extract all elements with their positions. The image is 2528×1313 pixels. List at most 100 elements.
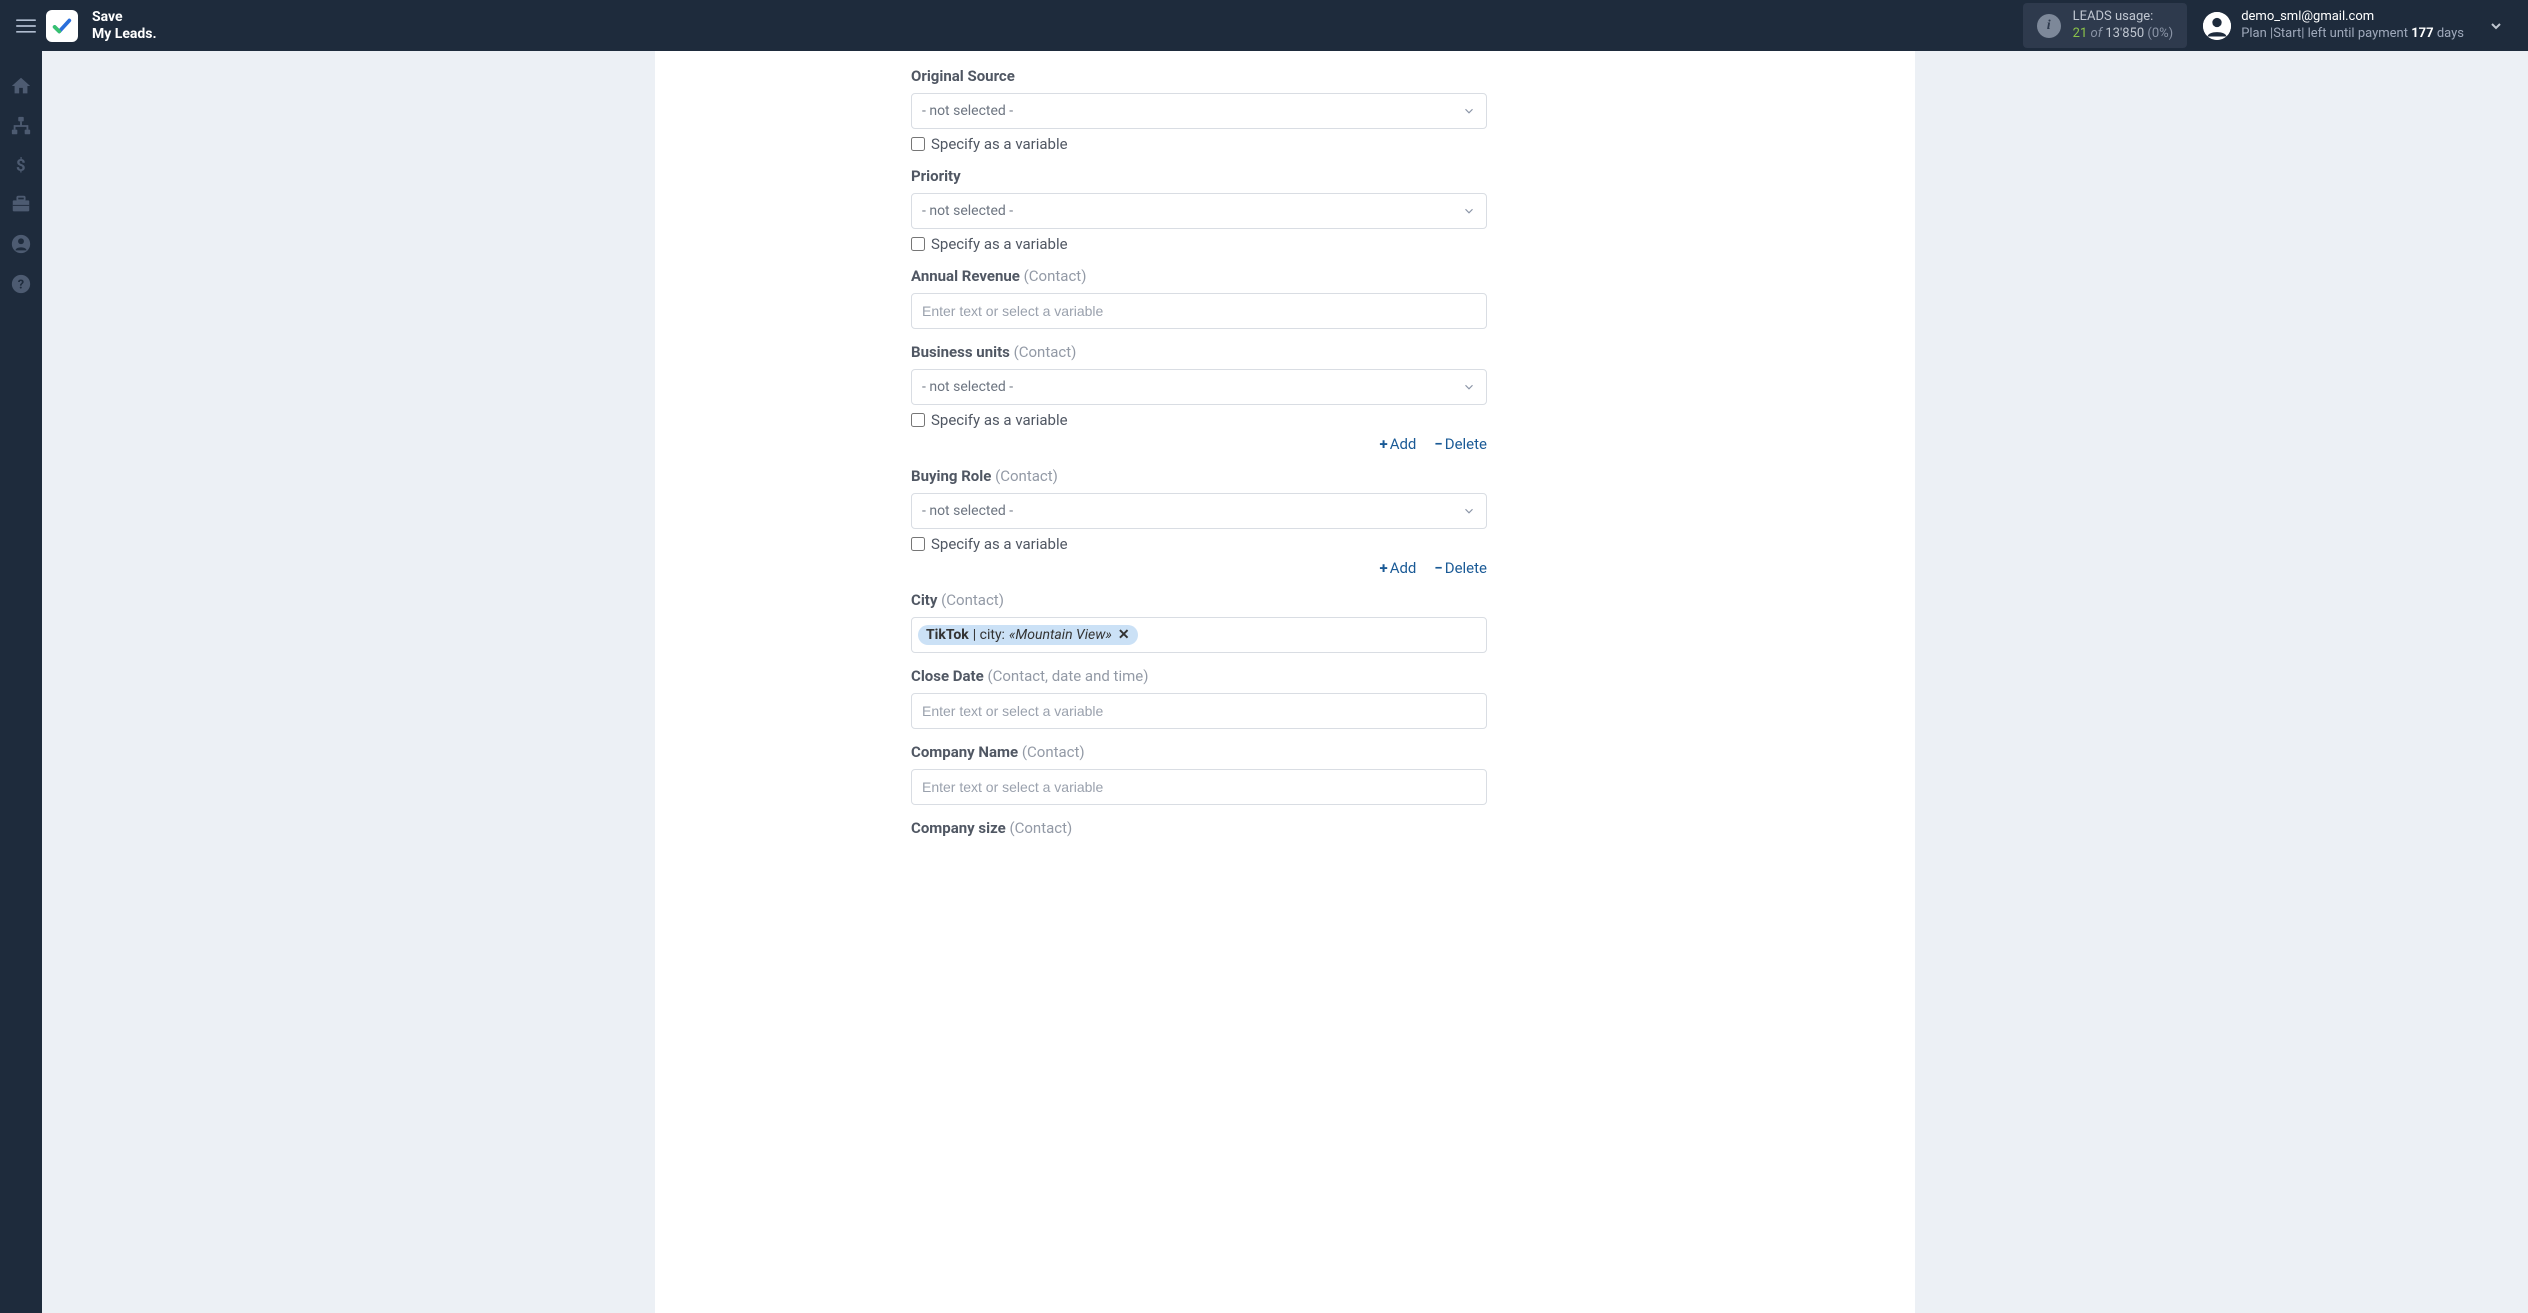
- select-buying-role-value: - not selected -: [922, 503, 1013, 519]
- actions-row-business-units: +Add −Delete: [911, 435, 1487, 453]
- user-avatar-icon: [2203, 12, 2231, 40]
- label-business-units-hint: (Contact): [1014, 343, 1077, 361]
- select-original-source-value: - not selected -: [922, 103, 1013, 119]
- checkbox-label-buying-role: Specify as a variable: [931, 535, 1068, 553]
- user-block[interactable]: demo_sml@gmail.com Plan |Start| left unt…: [2203, 9, 2464, 42]
- mapping-form: Original Source - not selected - Specify…: [911, 67, 1487, 873]
- add-label: Add: [1390, 559, 1417, 577]
- checkbox-label-priority: Specify as a variable: [931, 235, 1068, 253]
- actions-row-buying-role: +Add −Delete: [911, 559, 1487, 577]
- label-business-units-text: Business units: [911, 343, 1010, 361]
- label-close-date-text: Close Date: [911, 667, 984, 685]
- add-button[interactable]: +Add: [1380, 435, 1417, 453]
- menu-toggle-button[interactable]: [16, 16, 36, 36]
- sidebar: $ ?: [0, 51, 42, 1313]
- field-annual-revenue: Annual Revenue (Contact): [911, 267, 1487, 329]
- label-buying-role-text: Buying Role: [911, 467, 991, 485]
- select-priority-value: - not selected -: [922, 203, 1013, 219]
- home-icon[interactable]: [10, 75, 32, 97]
- user-icon[interactable]: [10, 233, 32, 255]
- select-original-source[interactable]: - not selected -: [911, 93, 1487, 129]
- checkbox-buying-role[interactable]: [911, 537, 925, 551]
- info-icon: i: [2037, 14, 2061, 38]
- label-buying-role-hint: (Contact): [995, 467, 1058, 485]
- field-business-units: Business units (Contact) - not selected …: [911, 343, 1487, 453]
- briefcase-icon[interactable]: [10, 193, 32, 215]
- label-company-name-hint: (Contact): [1022, 743, 1085, 761]
- label-original-source: Original Source: [911, 67, 1487, 85]
- add-label: Add: [1390, 435, 1417, 453]
- top-header: Save My Leads. i LEADS usage: 21 of 13'8…: [0, 0, 2528, 51]
- field-close-date: Close Date (Contact, date and time): [911, 667, 1487, 729]
- delete-button[interactable]: −Delete: [1434, 435, 1487, 453]
- field-original-source: Original Source - not selected - Specify…: [911, 67, 1487, 153]
- delete-button[interactable]: −Delete: [1434, 559, 1487, 577]
- input-city[interactable]: TikTok | city: «Mountain View» ✕: [911, 617, 1487, 653]
- checkbox-row-original-source[interactable]: Specify as a variable: [911, 135, 1487, 153]
- checkbox-original-source[interactable]: [911, 137, 925, 151]
- content-wrap: Original Source - not selected - Specify…: [42, 51, 2528, 1313]
- leads-usage-box[interactable]: i LEADS usage: 21 of 13'850 (0%): [2023, 3, 2188, 48]
- label-company-size-text: Company size: [911, 819, 1006, 837]
- chevron-down-icon: [1462, 380, 1476, 394]
- leads-of: of: [2091, 26, 2103, 41]
- leads-usage-text: LEADS usage: 21 of 13'850 (0%): [2073, 9, 2174, 42]
- label-buying-role: Buying Role (Contact): [911, 467, 1487, 485]
- logo-icon: [46, 10, 78, 42]
- header-chevron-down-icon[interactable]: [2480, 18, 2512, 34]
- label-business-units: Business units (Contact): [911, 343, 1487, 361]
- user-email: demo_sml@gmail.com: [2241, 9, 2464, 25]
- header-left: Save My Leads.: [16, 9, 157, 41]
- select-buying-role[interactable]: - not selected -: [911, 493, 1487, 529]
- add-button[interactable]: +Add: [1380, 559, 1417, 577]
- dollar-icon[interactable]: $: [11, 155, 31, 175]
- label-city-hint: (Contact): [941, 591, 1004, 609]
- logo-line1: Save: [92, 9, 157, 25]
- label-city-text: City: [911, 591, 937, 609]
- select-business-units-value: - not selected -: [922, 379, 1013, 395]
- logo-line2: My Leads.: [92, 26, 157, 42]
- tag-source: TikTok: [926, 627, 969, 643]
- delete-label: Delete: [1445, 435, 1487, 453]
- checkbox-priority[interactable]: [911, 237, 925, 251]
- minus-icon: −: [1434, 435, 1442, 453]
- label-annual-revenue-hint: (Contact): [1024, 267, 1087, 285]
- tag-remove-icon[interactable]: ✕: [1118, 627, 1130, 643]
- label-close-date: Close Date (Contact, date and time): [911, 667, 1487, 685]
- svg-text:$: $: [16, 157, 26, 175]
- checkbox-label-business-units: Specify as a variable: [931, 411, 1068, 429]
- field-city: City (Contact) TikTok | city: «Mountain …: [911, 591, 1487, 653]
- input-annual-revenue[interactable]: [911, 293, 1487, 329]
- checkbox-row-buying-role[interactable]: Specify as a variable: [911, 535, 1487, 553]
- svg-text:?: ?: [18, 278, 24, 293]
- leads-usage-values: 21 of 13'850 (0%): [2073, 26, 2174, 42]
- tag-value: «Mountain View»: [1009, 627, 1112, 643]
- select-business-units[interactable]: - not selected -: [911, 369, 1487, 405]
- input-close-date[interactable]: [911, 693, 1487, 729]
- label-company-size: Company size (Contact): [911, 819, 1487, 837]
- minus-icon: −: [1434, 559, 1442, 577]
- delete-label: Delete: [1445, 559, 1487, 577]
- user-text: demo_sml@gmail.com Plan |Start| left unt…: [2241, 9, 2464, 42]
- leads-total: 13'850: [2105, 26, 2144, 41]
- chevron-down-icon: [1462, 104, 1476, 118]
- label-annual-revenue-text: Annual Revenue: [911, 267, 1020, 285]
- label-company-name-text: Company Name: [911, 743, 1018, 761]
- help-icon[interactable]: ?: [10, 273, 32, 295]
- plus-icon: +: [1380, 435, 1388, 453]
- checkbox-business-units[interactable]: [911, 413, 925, 427]
- sitemap-icon[interactable]: [10, 115, 32, 137]
- header-right: i LEADS usage: 21 of 13'850 (0%) demo_sm…: [2023, 3, 2512, 48]
- field-company-name: Company Name (Contact): [911, 743, 1487, 805]
- input-company-name[interactable]: [911, 769, 1487, 805]
- checkbox-row-priority[interactable]: Specify as a variable: [911, 235, 1487, 253]
- select-priority[interactable]: - not selected -: [911, 193, 1487, 229]
- label-annual-revenue: Annual Revenue (Contact): [911, 267, 1487, 285]
- label-close-date-hint: (Contact, date and time): [987, 667, 1148, 685]
- leads-usage-label: LEADS usage:: [2073, 9, 2174, 25]
- field-buying-role: Buying Role (Contact) - not selected - S…: [911, 467, 1487, 577]
- label-company-size-hint: (Contact): [1009, 819, 1072, 837]
- checkbox-row-business-units[interactable]: Specify as a variable: [911, 411, 1487, 429]
- label-city: City (Contact): [911, 591, 1487, 609]
- checkbox-label-original-source: Specify as a variable: [931, 135, 1068, 153]
